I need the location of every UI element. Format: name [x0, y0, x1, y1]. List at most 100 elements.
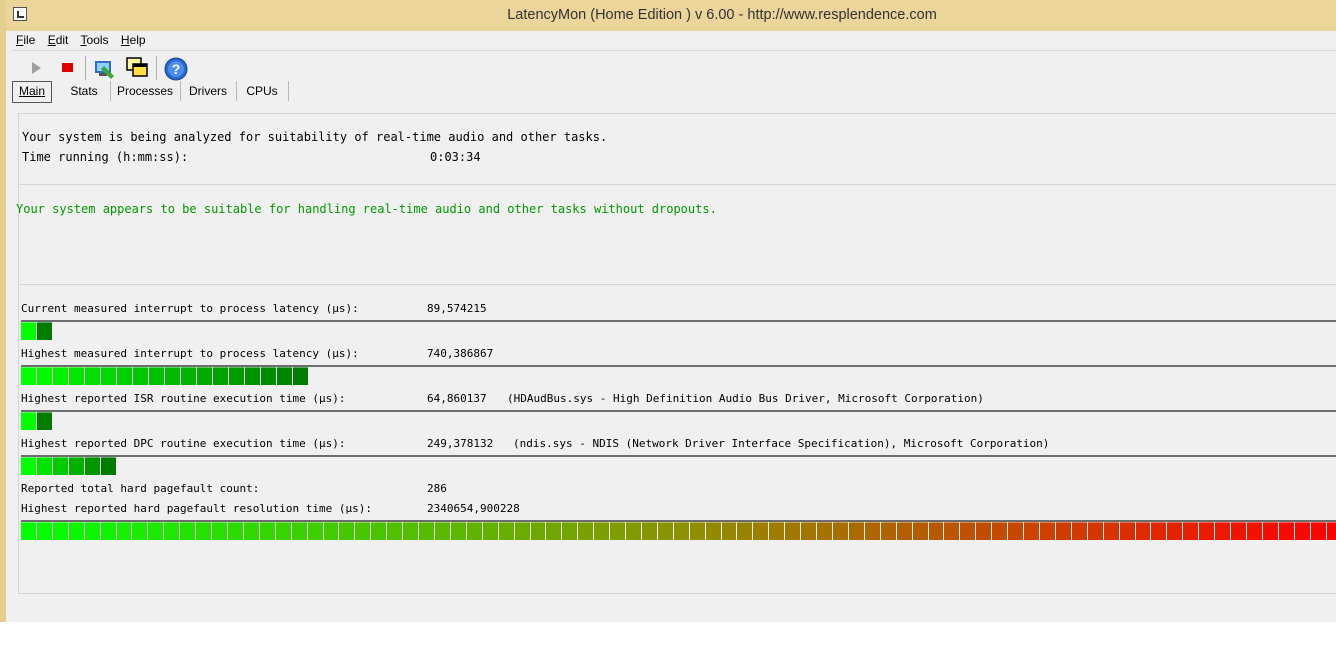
level-cell: [944, 522, 960, 540]
level-cell: [36, 522, 52, 540]
menu-bar: File Edit Tools Help: [16, 33, 155, 51]
tab-cpus[interactable]: CPUs: [236, 81, 289, 101]
level-cell: [928, 522, 944, 540]
level-cell: [848, 522, 864, 540]
level-cell: [1040, 522, 1055, 540]
current-latency-bar: [21, 322, 53, 340]
level-cell: [53, 367, 68, 385]
level-cell: [657, 522, 673, 540]
current-latency-value: 89,574215: [427, 302, 487, 315]
level-cell: [229, 367, 244, 385]
level-cell: [689, 522, 705, 540]
level-cell: [434, 522, 450, 540]
level-cell: [307, 522, 323, 540]
level-cell: [880, 522, 896, 540]
level-cell: [1310, 522, 1326, 540]
level-cell: [293, 367, 308, 385]
level-cell: [960, 522, 976, 540]
current-latency-label: Current measured interrupt to process la…: [21, 302, 359, 315]
level-cell: [68, 522, 84, 540]
level-cell: [227, 522, 243, 540]
level-cell: [1119, 522, 1135, 540]
window-title: LatencyMon (Home Edition ) v 6.00 - http…: [507, 7, 937, 23]
level-cell: [101, 367, 116, 385]
level-cell: [339, 522, 355, 540]
app-window: LatencyMon (Home Edition ) v 6.00 - http…: [0, 0, 1336, 622]
level-cell: [1294, 522, 1310, 540]
menu-help[interactable]: Help: [121, 33, 146, 47]
analyze-icon[interactable]: [92, 56, 116, 80]
menu-tools[interactable]: Tools: [81, 33, 109, 47]
level-cell: [578, 522, 594, 540]
level-cell: [817, 522, 833, 540]
level-cell: [1215, 522, 1231, 540]
level-cell: [1326, 522, 1336, 540]
menu-file[interactable]: File: [16, 33, 35, 47]
level-cell: [21, 322, 36, 340]
level-cell: [466, 522, 482, 540]
level-cell: [626, 522, 641, 540]
level-cell: [801, 522, 817, 540]
stop-icon[interactable]: [55, 56, 79, 80]
level-cell: [833, 522, 848, 540]
level-cell: [133, 367, 148, 385]
help-icon[interactable]: ?: [163, 56, 188, 81]
level-cell: [355, 522, 371, 540]
highest-dpc-bar: [21, 457, 117, 475]
level-cell: [69, 457, 84, 475]
level-cell: [261, 367, 276, 385]
level-cell: [737, 522, 753, 540]
level-cell: [976, 522, 992, 540]
level-cell: [785, 522, 801, 540]
windows-icon[interactable]: [125, 56, 149, 80]
level-cell: [277, 367, 292, 385]
level-cell: [21, 412, 36, 430]
level-cell: [180, 522, 196, 540]
level-cell: [896, 522, 912, 540]
level-cell: [769, 522, 785, 540]
time-running-value: 0:03:34: [430, 150, 481, 164]
level-cell: [371, 522, 387, 540]
menu-edit[interactable]: Edit: [48, 33, 69, 47]
svg-text:?: ?: [172, 61, 181, 77]
level-cell: [275, 522, 291, 540]
level-cell: [1199, 522, 1215, 540]
level-cell: [992, 522, 1008, 540]
highest-latency-bar: [21, 367, 309, 385]
highest-latency-value: 740,386867: [427, 347, 494, 360]
verdict-panel: [18, 184, 1336, 284]
level-cell: [1071, 522, 1087, 540]
level-cell: [101, 457, 116, 475]
tab-processes[interactable]: Processes: [110, 81, 181, 101]
tab-main[interactable]: Main: [12, 81, 52, 103]
highest-isr-driver: (HDAudBus.sys - High Definition Audio Bu…: [507, 392, 984, 405]
pagefault-time-label: Highest reported hard pagefault resoluti…: [21, 502, 372, 515]
level-cell: [132, 522, 148, 540]
level-cell: [1103, 522, 1119, 540]
highest-isr-value: 64,860137: [427, 392, 487, 405]
level-cell: [291, 522, 307, 540]
start-icon[interactable]: [24, 56, 48, 80]
level-cell: [164, 522, 180, 540]
analysis-panel: [18, 113, 1336, 184]
level-cell: [100, 522, 116, 540]
tab-drivers[interactable]: Drivers: [180, 81, 237, 101]
highest-latency-label: Highest measured interrupt to process la…: [21, 347, 359, 360]
level-cell: [245, 367, 260, 385]
level-cell: [52, 522, 68, 540]
level-cell: [721, 522, 737, 540]
level-cell: [37, 457, 52, 475]
level-cell: [514, 522, 530, 540]
level-cell: [498, 522, 514, 540]
level-cell: [419, 522, 434, 540]
level-cell: [243, 522, 259, 540]
tab-stats[interactable]: Stats: [58, 81, 111, 101]
level-cell: [37, 367, 52, 385]
level-cell: [387, 522, 403, 540]
level-cell: [705, 522, 721, 540]
highest-isr-label: Highest reported ISR routine execution t…: [21, 392, 346, 405]
pagefault-time-value: 2340654,900228: [427, 502, 520, 515]
pagefault-time-bar: [21, 522, 1336, 540]
level-cell: [912, 522, 928, 540]
level-cell: [212, 522, 227, 540]
